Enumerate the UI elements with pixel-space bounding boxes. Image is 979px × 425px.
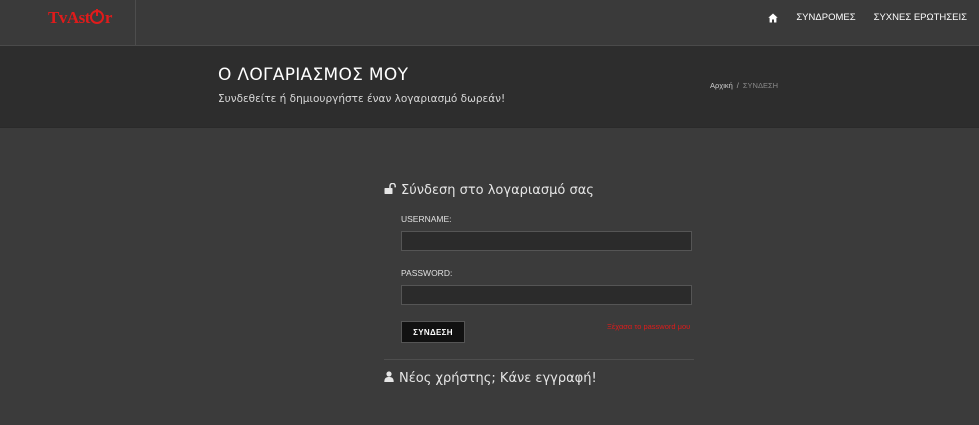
nav-item-faq[interactable]: ΣΥΧΝΕΣ ΕΡΩΤΗΣΕΙΣ: [874, 12, 967, 23]
username-input[interactable]: [401, 231, 692, 251]
register-heading[interactable]: Νέος χρήστης; Κάνε εγγραφή!: [384, 371, 597, 386]
breadcrumb-home-link[interactable]: Αρχική: [710, 81, 733, 90]
page-banner: Ο ΛΟΓΑΡΙΑΣΜΟΣ ΜΟΥ Συνδεθείτε ή δημιουργή…: [0, 46, 979, 128]
user-icon: [384, 371, 394, 386]
username-label: USERNAME:: [401, 214, 452, 224]
nav-item-subscriptions[interactable]: ΣΥΝΔΡΟΜΕΣ: [796, 12, 855, 23]
page-title: Ο ΛΟΓΑΡΙΑΣΜΟΣ ΜΟΥ: [218, 65, 409, 85]
forgot-password-link[interactable]: Ξέχασα το password μου: [607, 322, 690, 331]
top-header: TvAst r ΣΥΝΔΡΟΜΕΣ ΣΥΧΝΕΣ ΕΡΩΤΗΣΕΙΣ: [0, 0, 979, 46]
password-label: PASSWORD:: [401, 268, 453, 278]
logo-text-part1: TvAst: [48, 8, 90, 27]
breadcrumb-current: ΣΥΝΔΕΣΗ: [742, 81, 779, 90]
login-heading: Σύνδεση στο λογαριασμό σας: [384, 182, 594, 198]
login-button[interactable]: ΣΥΝΔΕΣΗ: [401, 321, 465, 343]
page-subtitle: Συνδεθείτε ή δημιουργήστε έναν λογαριασμ…: [218, 93, 506, 105]
breadcrumb: Αρχική / ΣΥΝΔΕΣΗ: [710, 81, 778, 90]
password-input[interactable]: [401, 285, 692, 305]
unlock-icon: [384, 182, 396, 198]
breadcrumb-separator: /: [736, 81, 739, 90]
site-logo[interactable]: TvAst r: [48, 8, 112, 28]
logo-container[interactable]: TvAst r: [0, 0, 136, 45]
login-heading-text: Σύνδεση στο λογαριασμό σας: [401, 183, 594, 198]
main-nav: ΣΥΝΔΡΟΜΕΣ ΣΥΧΝΕΣ ΕΡΩΤΗΣΕΙΣ: [768, 12, 967, 23]
section-divider: [384, 359, 694, 360]
home-icon[interactable]: [768, 13, 779, 23]
logo-text-part2: r: [104, 8, 113, 27]
register-link[interactable]: Νέος χρήστης; Κάνε εγγραφή!: [399, 371, 597, 386]
power-icon: [90, 9, 105, 24]
